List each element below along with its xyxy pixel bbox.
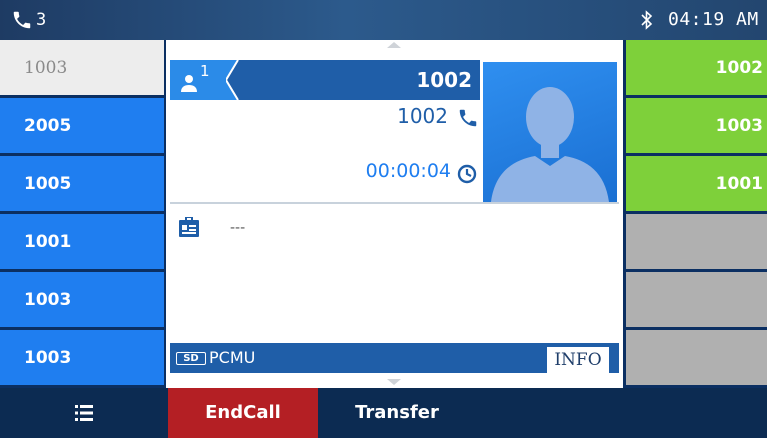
line-keys-left: 1003 2005 1005 1001 1003 1003	[0, 40, 166, 388]
blf-key[interactable]: 1002	[626, 40, 767, 95]
line-key[interactable]: 2005	[0, 98, 164, 153]
phone-icon	[459, 109, 477, 127]
transfer-button[interactable]: Transfer	[322, 388, 472, 438]
codec-label: PCMU	[209, 348, 256, 367]
active-call-count: 3	[36, 10, 47, 30]
blf-key[interactable]	[626, 330, 767, 385]
line-keys-right: 1002 1003 1001	[626, 40, 767, 388]
line-key[interactable]: 1001	[0, 214, 164, 269]
clock-icon	[457, 164, 477, 184]
divider	[170, 202, 619, 204]
call-duration: 00:00:04	[365, 160, 451, 182]
scroll-down-arrow-icon[interactable]	[387, 379, 401, 385]
caller-name: 1002	[416, 68, 472, 92]
avatar-silhouette-icon	[491, 87, 609, 202]
blf-key[interactable]: 1003	[626, 98, 767, 153]
contact-photo	[483, 62, 617, 202]
info-button[interactable]: INFO	[547, 347, 609, 373]
endcall-button[interactable]: EndCall	[168, 388, 318, 438]
line-key[interactable]: 1003	[0, 330, 164, 385]
blf-key[interactable]	[626, 214, 767, 269]
status-bar: 3 04:19 AM	[0, 0, 767, 40]
codec-bar: SD PCMU INFO	[170, 343, 619, 373]
blf-key[interactable]: 1001	[626, 156, 767, 211]
clock: 04:19 AM	[668, 9, 759, 30]
call-card: 1 1002 1002 00:00:04 --- SD PCMU INFO	[166, 40, 623, 388]
line-key[interactable]: 1005	[0, 156, 164, 211]
sd-badge: SD	[176, 352, 206, 365]
menu-button[interactable]	[0, 388, 166, 438]
line-key[interactable]: 1003	[0, 40, 164, 95]
person-icon	[181, 75, 197, 92]
call-panel: 1 1002 1002 00:00:04 --- SD PCMU INFO	[166, 40, 626, 388]
contact-info: ---	[230, 220, 246, 236]
contact-card-icon	[179, 217, 199, 237]
blf-key[interactable]	[626, 272, 767, 327]
caller-number: 1002	[397, 104, 448, 128]
scroll-up-arrow-icon[interactable]	[387, 42, 401, 48]
line-key[interactable]: 1003	[0, 272, 164, 327]
chevron-left-icon	[226, 60, 250, 100]
line-index: 1	[200, 62, 210, 80]
menu-list-icon	[75, 405, 93, 421]
softkey-bar: EndCall Transfer	[0, 388, 767, 438]
phone-icon	[13, 11, 31, 29]
call-header: 1 1002	[170, 60, 480, 100]
bluetooth-icon	[641, 10, 653, 30]
